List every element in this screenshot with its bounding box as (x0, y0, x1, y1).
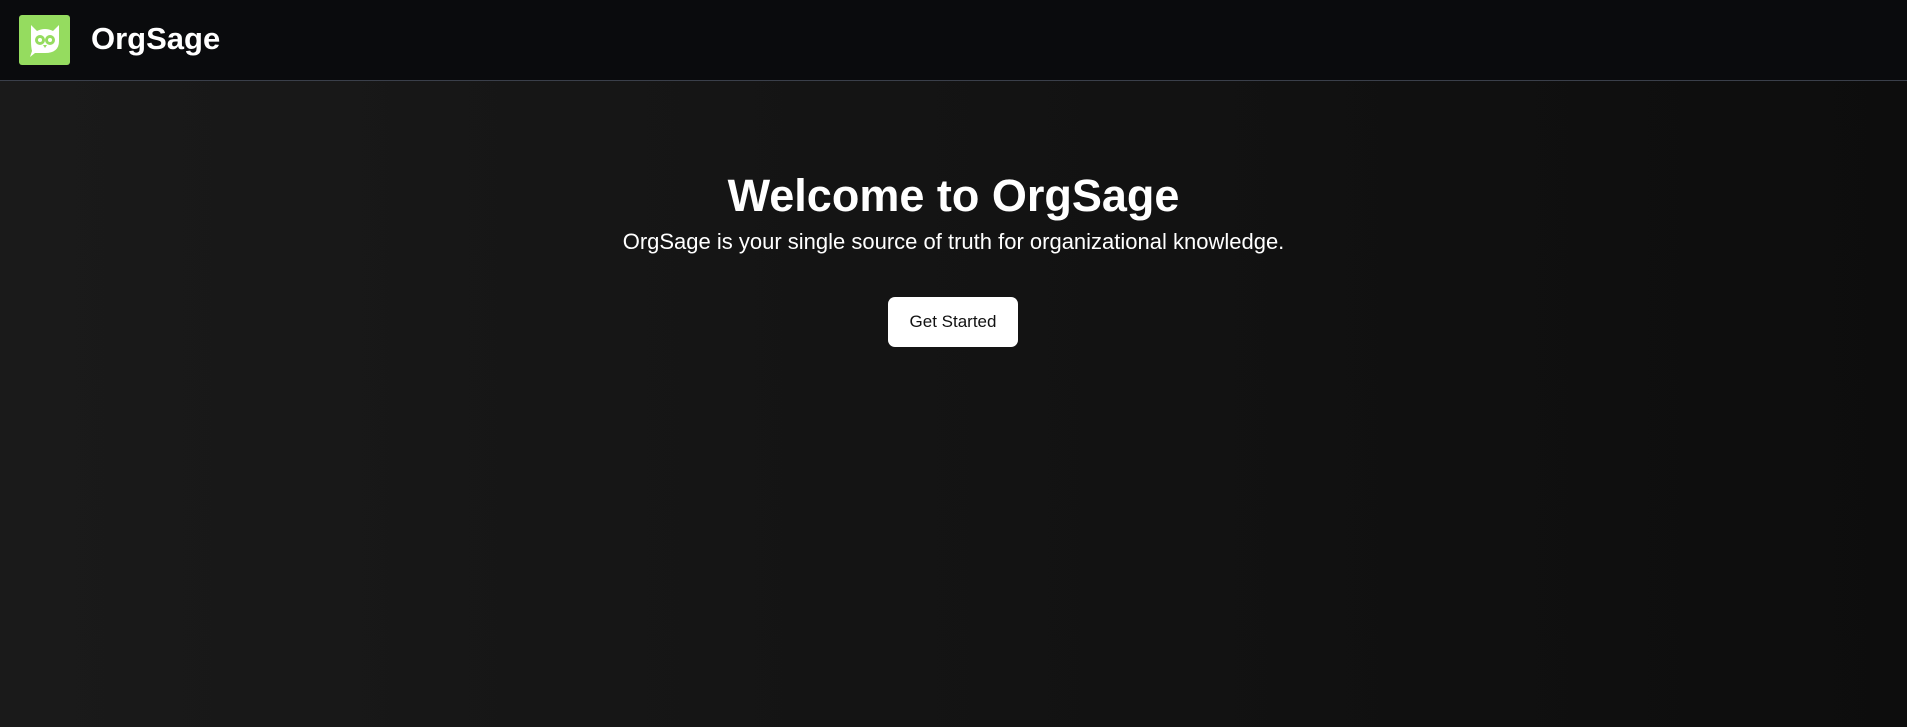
get-started-button[interactable]: Get Started (888, 297, 1018, 347)
owl-icon (29, 25, 59, 57)
top-navbar: OrgSage (0, 0, 1907, 81)
hero-subtitle: OrgSage is your single source of truth f… (622, 229, 1285, 254)
brand-name[interactable]: OrgSage (91, 18, 220, 60)
hero-section: Welcome to OrgSage OrgSage is your singl… (0, 165, 1907, 257)
hero-title: Welcome to OrgSage (727, 170, 1180, 221)
brand-logo[interactable] (19, 15, 70, 65)
